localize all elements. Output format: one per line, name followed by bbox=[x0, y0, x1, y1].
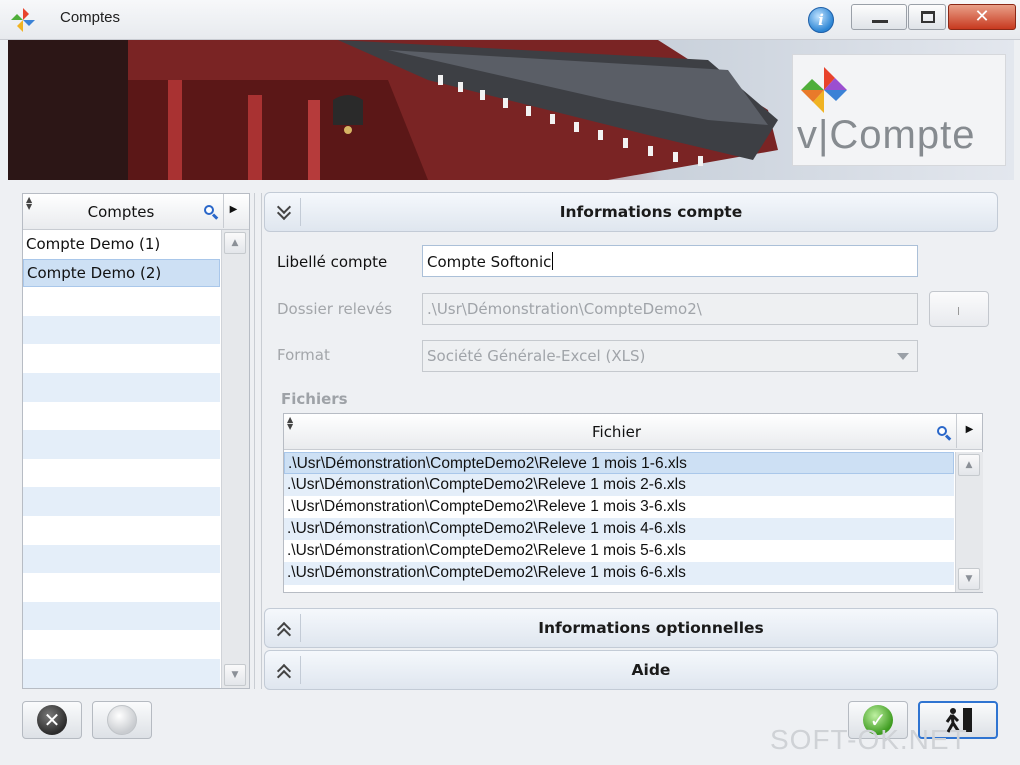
chevron-down-icon[interactable] bbox=[271, 198, 301, 226]
libelle-value: Compte Softonic bbox=[427, 253, 552, 271]
section-title: Aide bbox=[631, 661, 671, 679]
dossier-value: .\Usr\Démonstration\CompteDemo2\ bbox=[427, 300, 702, 318]
empty-row bbox=[23, 544, 220, 574]
file-path: .\Usr\Démonstration\CompteDemo2\Releve 1… bbox=[287, 498, 686, 516]
empty-row bbox=[23, 315, 220, 345]
browse-folder-button[interactable] bbox=[929, 291, 989, 327]
account-label: Compte Demo (2) bbox=[27, 263, 162, 282]
delete-account-button[interactable]: ✕ bbox=[22, 701, 82, 739]
accounts-list-panel: ▲ ▼ Comptes ▶ Compte Demo (1) Compte Demo… bbox=[22, 193, 250, 689]
browse-icon bbox=[958, 307, 961, 315]
dossier-label: Dossier relevés bbox=[277, 300, 393, 318]
file-path: .\Usr\Démonstration\CompteDemo2\Releve 1… bbox=[288, 455, 687, 472]
scroll-down-icon[interactable]: ▼ bbox=[224, 664, 246, 686]
pinwheel-app-icon bbox=[11, 8, 35, 32]
brand-logo: v|Compte bbox=[792, 54, 1006, 166]
section-title: Informations optionnelles bbox=[538, 619, 764, 637]
format-label: Format bbox=[277, 346, 330, 364]
chevron-up-icon[interactable] bbox=[271, 656, 301, 685]
maximize-button[interactable] bbox=[908, 4, 946, 30]
accounts-column-header[interactable]: ▲ ▼ Comptes ▶ bbox=[23, 194, 249, 230]
window-title: Comptes bbox=[60, 9, 121, 26]
file-path: .\Usr\Démonstration\CompteDemo2\Releve 1… bbox=[287, 476, 686, 494]
fichiers-group-label: Fichiers bbox=[281, 390, 348, 408]
empty-row bbox=[23, 372, 220, 402]
scroll-up-icon[interactable]: ▲ bbox=[958, 454, 980, 476]
file-path: .\Usr\Démonstration\CompteDemo2\Releve 1… bbox=[287, 520, 686, 538]
search-icon[interactable] bbox=[936, 425, 952, 441]
close-button[interactable]: ✕ bbox=[948, 4, 1016, 30]
section-informations-optionnelles[interactable]: Informations optionnelles bbox=[264, 608, 998, 648]
dropdown-arrow-icon bbox=[897, 353, 909, 360]
empty-row bbox=[23, 601, 220, 631]
table-row[interactable]: .\Usr\Démonstration\CompteDemo2\Releve 1… bbox=[284, 518, 954, 541]
libelle-input[interactable]: Compte Softonic bbox=[422, 245, 918, 277]
empty-row bbox=[23, 402, 220, 431]
empty-row bbox=[23, 573, 220, 602]
close-icon: ✕ bbox=[974, 6, 990, 27]
files-column-header[interactable]: ▲ ▼ Fichier ▶ bbox=[284, 414, 982, 450]
table-row[interactable]: .\Usr\Démonstration\CompteDemo2\Releve 1… bbox=[284, 496, 954, 518]
libelle-label: Libellé compte bbox=[277, 253, 388, 271]
column-menu-arrow-icon[interactable]: ▶ bbox=[223, 194, 243, 228]
files-column-title: Fichier bbox=[591, 423, 642, 441]
table-row[interactable]: .\Usr\Démonstration\CompteDemo2\Releve 1… bbox=[284, 474, 954, 497]
minimize-button[interactable] bbox=[851, 4, 907, 30]
empty-row bbox=[23, 630, 220, 659]
empty-row bbox=[23, 658, 220, 688]
pinwheel-logo bbox=[801, 67, 847, 113]
header-banner: v|Compte bbox=[8, 40, 1014, 180]
watermark-text: SOFT-OK.NET bbox=[770, 724, 968, 755]
maximize-icon bbox=[921, 11, 935, 23]
refresh-button[interactable] bbox=[92, 701, 152, 739]
minimize-icon bbox=[872, 20, 888, 23]
cancel-icon: ✕ bbox=[37, 705, 67, 735]
text-caret bbox=[552, 252, 554, 270]
account-label: Compte Demo (1) bbox=[26, 235, 161, 253]
section-title: Informations compte bbox=[559, 203, 743, 221]
file-path: .\Usr\Démonstration\CompteDemo2\Releve 1… bbox=[287, 542, 686, 560]
table-row[interactable]: .\Usr\Démonstration\CompteDemo2\Releve 1… bbox=[284, 562, 954, 585]
chevron-up-icon[interactable] bbox=[271, 614, 301, 643]
dossier-input: .\Usr\Démonstration\CompteDemo2\ bbox=[422, 293, 918, 325]
empty-row bbox=[23, 430, 220, 459]
table-row[interactable]: .\Usr\Démonstration\CompteDemo2\Releve 1… bbox=[284, 540, 954, 562]
search-icon[interactable] bbox=[203, 204, 219, 220]
title-bar: Comptes i ✕ bbox=[0, 0, 1020, 40]
table-row[interactable]: .\Usr\Démonstration\CompteDemo2\Releve 1… bbox=[284, 452, 954, 475]
files-list: .\Usr\Démonstration\CompteDemo2\Releve 1… bbox=[284, 452, 954, 585]
empty-row bbox=[23, 516, 220, 545]
section-aide[interactable]: Aide bbox=[264, 650, 998, 690]
empty-row bbox=[23, 487, 220, 516]
accounts-scrollbar[interactable]: ▲ ▼ bbox=[221, 230, 249, 688]
empty-row bbox=[23, 287, 220, 316]
list-item[interactable]: Compte Demo (2) bbox=[23, 258, 220, 288]
accounts-column-title: Comptes bbox=[87, 203, 155, 221]
brand-name: v|Compte bbox=[797, 113, 976, 157]
accounts-list: Compte Demo (1) Compte Demo (2) bbox=[23, 230, 220, 688]
file-path: .\Usr\Démonstration\CompteDemo2\Releve 1… bbox=[287, 564, 686, 582]
column-menu-arrow-icon[interactable]: ▶ bbox=[956, 414, 982, 448]
refresh-icon bbox=[107, 705, 137, 735]
info-icon[interactable]: i bbox=[808, 7, 834, 33]
files-scrollbar[interactable]: ▲ ▼ bbox=[955, 452, 983, 592]
scroll-up-icon[interactable]: ▲ bbox=[224, 232, 246, 254]
format-value: Société Générale-Excel (XLS) bbox=[427, 347, 646, 365]
list-item[interactable]: Compte Demo (1) bbox=[23, 230, 220, 259]
files-table: ▲ ▼ Fichier ▶ .\Usr\Démonstration\CompteD… bbox=[283, 413, 983, 593]
empty-row bbox=[23, 459, 220, 488]
scroll-down-icon[interactable]: ▼ bbox=[958, 568, 980, 590]
empty-row bbox=[23, 344, 220, 373]
format-select: Société Générale-Excel (XLS) bbox=[422, 340, 918, 372]
section-informations-compte[interactable]: Informations compte bbox=[264, 192, 998, 232]
panel-splitter[interactable] bbox=[254, 193, 262, 689]
